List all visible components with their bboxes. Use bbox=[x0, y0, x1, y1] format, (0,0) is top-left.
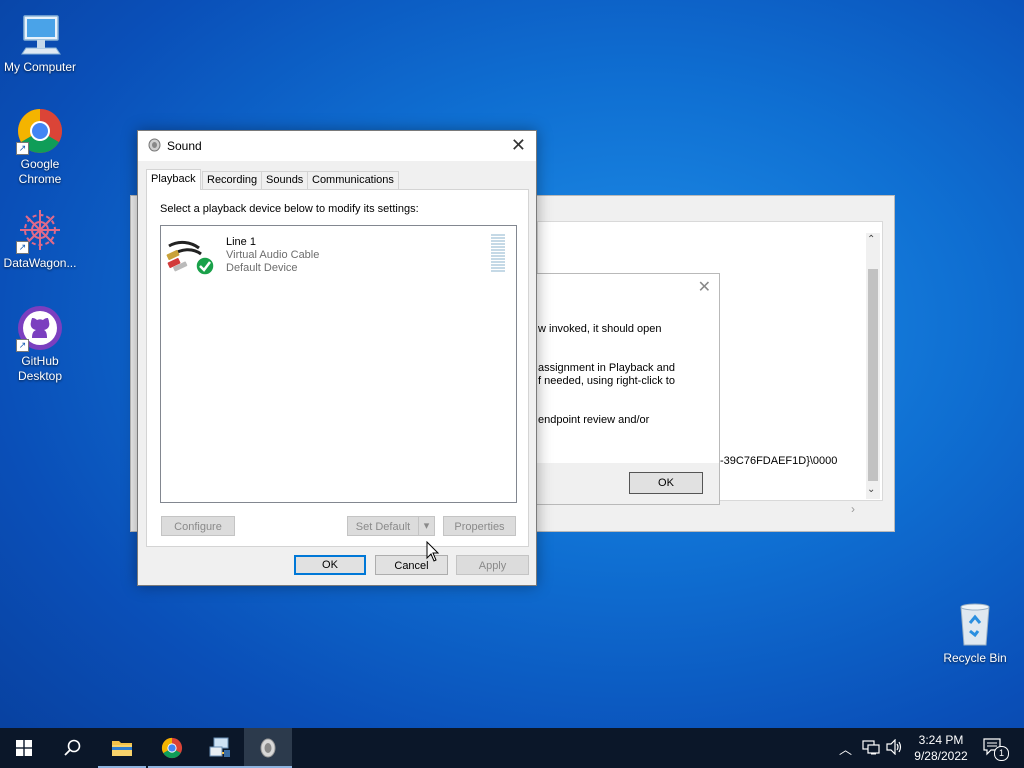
close-icon[interactable]: ✕ bbox=[511, 135, 526, 156]
apply-button[interactable]: Apply bbox=[456, 555, 529, 575]
configure-button[interactable]: Configure bbox=[161, 516, 235, 536]
speaker-icon bbox=[148, 138, 161, 155]
scroll-down-icon[interactable]: ⌄ bbox=[867, 484, 875, 495]
taskbar-file-explorer[interactable] bbox=[98, 728, 146, 768]
dialog-footer: OK bbox=[536, 463, 719, 504]
notification-center-icon[interactable]: 1 bbox=[983, 738, 1009, 761]
desktop-icon-my-computer[interactable]: My Computer bbox=[0, 10, 80, 75]
icon-label: Desktop bbox=[17, 369, 63, 383]
tab-communications[interactable]: Communications bbox=[307, 171, 399, 189]
icon-label: Chrome bbox=[18, 172, 62, 186]
computer-icon bbox=[16, 10, 64, 58]
icon-label: GitHub bbox=[21, 354, 59, 368]
instruction-text: Select a playback device below to modify… bbox=[160, 203, 419, 215]
message-line: endpoint review and/or bbox=[538, 414, 650, 426]
device-name: Line 1 bbox=[226, 236, 256, 248]
recycle-bin-icon bbox=[951, 601, 999, 649]
desktop-icon-datawagon[interactable]: ↗ DataWagon... bbox=[0, 206, 80, 271]
scroll-up-icon[interactable]: ⌃ bbox=[867, 234, 875, 245]
message-line: w invoked, it should open bbox=[538, 323, 662, 335]
icon-label: My Computer bbox=[3, 60, 77, 74]
device-id-text: -39C76FDAEF1D}\0000 bbox=[720, 455, 838, 467]
message-line: f needed, using right-click to bbox=[538, 375, 675, 387]
message-dialog: ✕ w invoked, it should open assignment i… bbox=[535, 273, 720, 505]
notification-badge: 1 bbox=[994, 746, 1009, 761]
ok-button[interactable]: OK bbox=[629, 472, 703, 494]
mouse-cursor-icon bbox=[426, 540, 440, 566]
tab-playback[interactable]: Playback bbox=[146, 169, 201, 190]
ok-button[interactable]: OK bbox=[294, 555, 366, 575]
clock-time: 3:24 PM bbox=[918, 733, 964, 747]
desktop-icon-google-chrome[interactable]: ↗ Google Chrome bbox=[0, 107, 80, 187]
title-bar[interactable]: Sound ✕ bbox=[138, 131, 536, 161]
device-status: Default Device bbox=[226, 262, 298, 274]
set-default-button[interactable]: Set Default bbox=[347, 516, 419, 536]
vertical-scrollbar[interactable] bbox=[866, 233, 880, 499]
icon-label: DataWagon... bbox=[3, 256, 77, 270]
volume-meter bbox=[491, 234, 505, 274]
device-item-line-1[interactable]: Line 1 Virtual Audio Cable Default Devic… bbox=[165, 234, 510, 278]
tab-recording[interactable]: Recording bbox=[202, 171, 263, 189]
speaker-icon bbox=[259, 737, 277, 762]
github-icon: ↗ bbox=[16, 304, 64, 352]
chrome-icon bbox=[161, 737, 183, 762]
desktop-icon-github-desktop[interactable]: ↗ GitHub Desktop bbox=[0, 304, 80, 384]
properties-button[interactable]: Properties bbox=[443, 516, 516, 536]
taskbar-chrome[interactable] bbox=[148, 728, 196, 768]
chevron-down-icon[interactable]: ▾ bbox=[418, 516, 435, 536]
audio-cable-icon bbox=[165, 236, 215, 279]
search-button[interactable] bbox=[48, 728, 96, 768]
scrollbar-thumb[interactable] bbox=[868, 269, 878, 481]
window-title: Sound bbox=[167, 139, 202, 153]
device-list[interactable]: Line 1 Virtual Audio Cable Default Devic… bbox=[160, 225, 517, 503]
search-icon bbox=[64, 739, 82, 760]
icon-label: Google bbox=[20, 157, 60, 171]
clock[interactable]: 3:24 PM 9/28/2022 bbox=[905, 732, 977, 764]
volume-icon[interactable] bbox=[886, 738, 904, 758]
tab-sounds[interactable]: Sounds bbox=[261, 171, 309, 189]
shortcut-arrow-icon: ↗ bbox=[16, 142, 29, 155]
playback-panel: Select a playback device below to modify… bbox=[146, 189, 529, 547]
device-description: Virtual Audio Cable bbox=[226, 249, 320, 261]
shortcut-arrow-icon: ↗ bbox=[16, 241, 29, 254]
scroll-right-icon[interactable]: › bbox=[851, 502, 855, 516]
chrome-icon: ↗ bbox=[16, 107, 64, 155]
icon-label: Recycle Bin bbox=[943, 651, 1007, 665]
windows-icon bbox=[16, 740, 32, 759]
close-icon[interactable]: ✕ bbox=[698, 277, 711, 297]
chevron-up-icon[interactable]: ︿ bbox=[839, 739, 852, 758]
sound-dialog: Sound ✕ Playback Recording Sounds Commun… bbox=[137, 130, 537, 586]
start-button[interactable] bbox=[0, 728, 48, 768]
clock-date: 9/28/2022 bbox=[914, 749, 968, 763]
network-computer-icon bbox=[208, 737, 232, 762]
network-icon[interactable] bbox=[862, 739, 880, 758]
shortcut-arrow-icon: ↗ bbox=[16, 339, 29, 352]
taskbar-network-app[interactable] bbox=[196, 728, 244, 768]
folder-icon bbox=[111, 738, 133, 761]
taskbar: ︿ 3:24 PM 9/28/2022 1 bbox=[0, 728, 1024, 768]
desktop-icon-recycle-bin[interactable]: Recycle Bin bbox=[935, 601, 1015, 666]
datawagon-icon: ↗ bbox=[16, 206, 64, 254]
message-line: assignment in Playback and bbox=[538, 362, 675, 374]
taskbar-sound[interactable] bbox=[244, 728, 292, 768]
